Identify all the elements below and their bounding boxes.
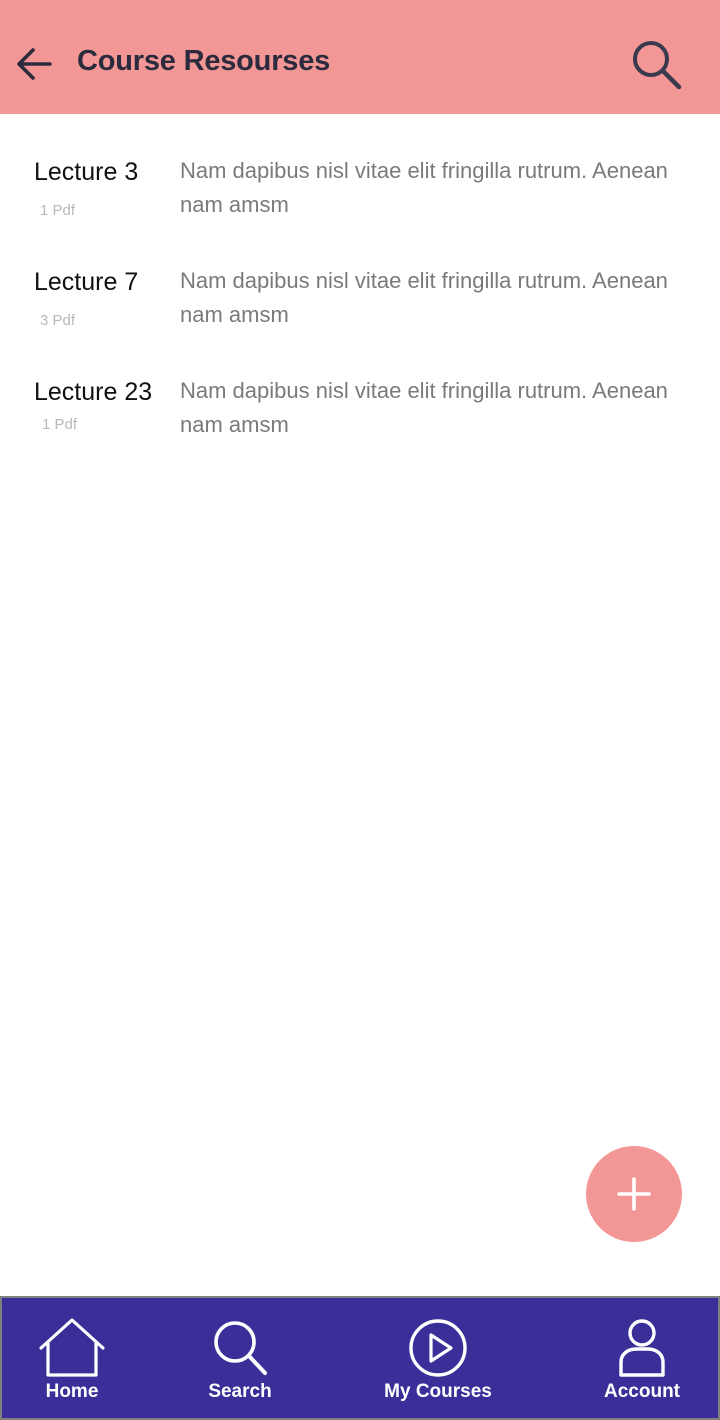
- tab-label: Home: [45, 1381, 99, 1402]
- tab-my-courses[interactable]: My Courses: [374, 1298, 502, 1418]
- pdf-count: 3 Pdf: [40, 312, 76, 329]
- tab-label: My Courses: [384, 1381, 492, 1402]
- tab-home[interactable]: Home: [20, 1298, 124, 1418]
- plus-icon: [617, 1177, 651, 1211]
- search-icon: [214, 1321, 267, 1375]
- tab-account[interactable]: Account: [592, 1298, 692, 1418]
- pdf-count: 1 Pdf: [40, 202, 76, 219]
- play-circle-icon: [409, 1319, 467, 1377]
- page-title: Course Resourses: [77, 45, 331, 77]
- lecture-title: Lecture 23: [34, 378, 153, 406]
- tab-search[interactable]: Search: [188, 1298, 292, 1418]
- header-search-button[interactable]: [626, 34, 686, 94]
- lecture-description: Nam dapibus nisl vitae elit fringilla ru…: [180, 378, 668, 437]
- add-resource-button[interactable]: [586, 1146, 682, 1242]
- list-item[interactable]: Lecture 3 1 Pdf Nam dapibus nisl vitae e…: [0, 114, 720, 219]
- home-icon: [39, 1318, 105, 1377]
- arrow-left-icon: [17, 48, 52, 80]
- list-item[interactable]: Lecture 7 3 Pdf Nam dapibus nisl vitae e…: [0, 224, 720, 329]
- lecture-title: Lecture 7: [34, 268, 139, 296]
- search-icon: [633, 41, 682, 90]
- pdf-count: 1 Pdf: [42, 416, 78, 433]
- bottom-tab-bar: Home Search My Courses Account: [0, 1296, 720, 1420]
- lecture-description: Nam dapibus nisl vitae elit fringilla ru…: [180, 268, 668, 327]
- app-header: Course Resourses: [0, 0, 720, 114]
- tab-label: Search: [208, 1381, 272, 1402]
- list-item[interactable]: Lecture 23 1 Pdf Nam dapibus nisl vitae …: [0, 334, 720, 437]
- tab-label: Account: [604, 1381, 680, 1402]
- back-button[interactable]: [12, 40, 56, 88]
- lecture-description: Nam dapibus nisl vitae elit fringilla ru…: [180, 158, 668, 217]
- user-icon: [619, 1319, 665, 1377]
- lecture-title: Lecture 3: [34, 158, 139, 186]
